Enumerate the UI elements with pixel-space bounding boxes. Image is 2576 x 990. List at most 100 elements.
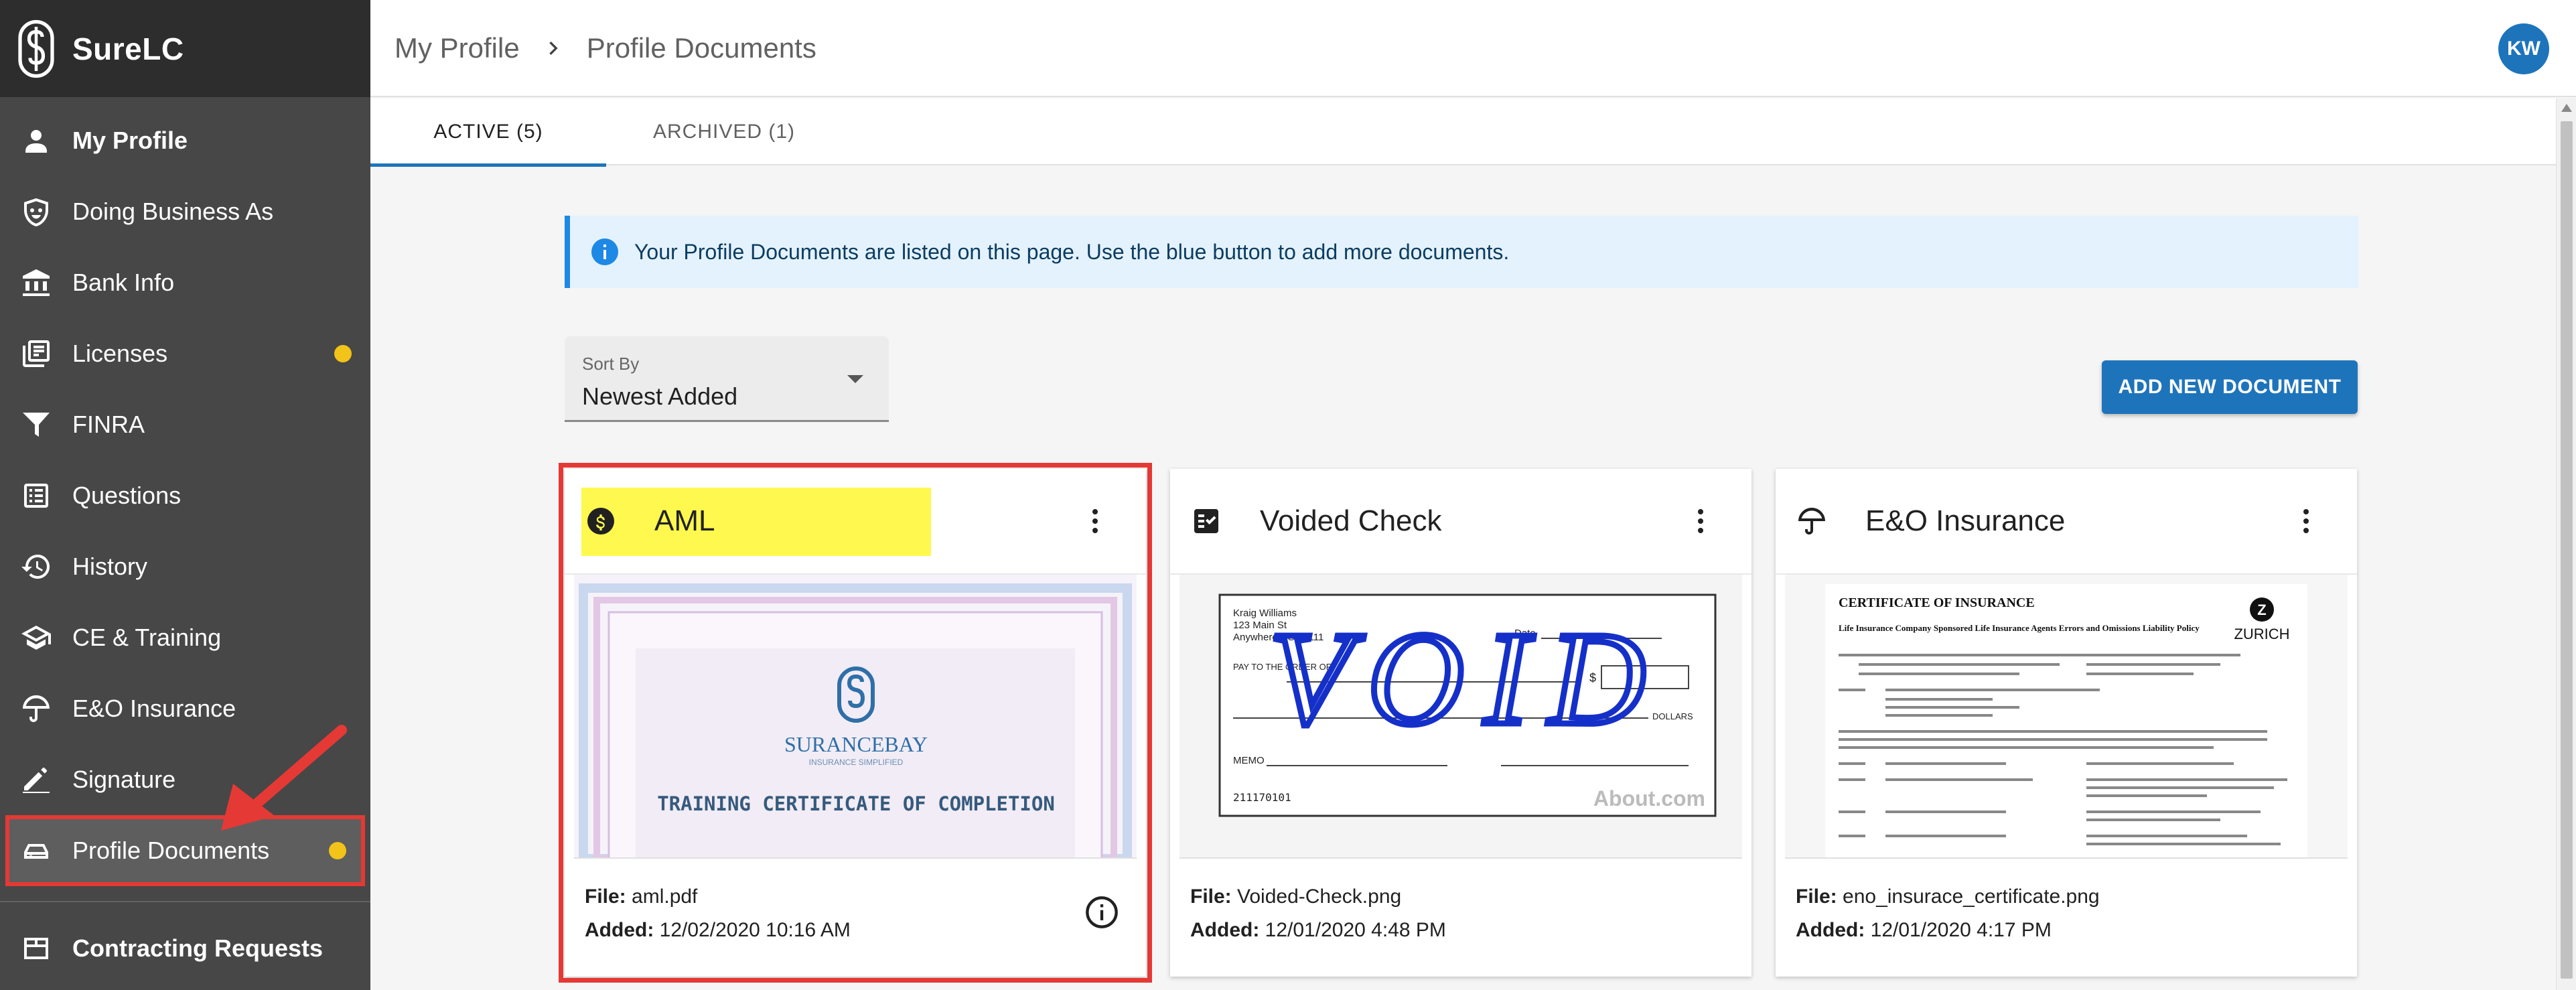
add-new-document-button[interactable]: ADD NEW DOCUMENT: [2102, 360, 2358, 414]
card-title: AML: [654, 504, 715, 537]
history-icon: [20, 551, 52, 583]
finra-icon: [20, 409, 52, 441]
sort-value: Newest Added: [582, 382, 738, 410]
tab-archived[interactable]: ARCHIVED (1): [606, 98, 842, 165]
user-avatar[interactable]: KW: [2498, 23, 2549, 74]
highlight-marker: [581, 488, 931, 556]
person-icon: [20, 125, 52, 157]
sidebar-item-label: Profile Documents: [72, 837, 270, 864]
file-line: File: Voided-Check.png: [1190, 886, 1402, 908]
sort-select[interactable]: Sort By Newest Added: [565, 336, 889, 422]
document-card-voided-check[interactable]: Voided Check Kraig Williams 123 Main St …: [1170, 469, 1751, 977]
document-preview[interactable]: SURANCEBAY INSURANCE SIMPLIFIED TRAINING…: [574, 575, 1137, 859]
more-vert-icon[interactable]: [1685, 505, 1717, 537]
sidebar-item-history[interactable]: History: [0, 531, 370, 602]
surelc-logo-icon: [18, 19, 54, 78]
umbrella-icon: [1796, 505, 1828, 537]
sidebar-item-ce-training[interactable]: CE & Training: [0, 602, 370, 673]
info-icon: [591, 238, 618, 265]
document-card-eo-insurance[interactable]: E&O Insurance CERTIFICATE OF INSURANCE L…: [1776, 469, 2357, 977]
sidebar-section-contracting-requests[interactable]: Contracting Requests: [0, 913, 370, 984]
scroll-up-arrow-icon[interactable]: [2561, 104, 2572, 112]
file-name: aml.pdf: [632, 886, 698, 908]
sidebar-nav: My Profile Doing Business As Bank Info L…: [0, 97, 370, 984]
file-name: Voided-Check.png: [1237, 886, 1402, 908]
breadcrumb-parent[interactable]: My Profile: [395, 32, 520, 64]
more-vert-icon[interactable]: [1079, 505, 1111, 537]
sidebar-item-label: FINRA: [72, 411, 145, 438]
chevron-right-icon: [540, 35, 567, 62]
card-footer: File: eno_insurace_certificate.png Added…: [1776, 859, 2357, 942]
sidebar-item-questions[interactable]: Questions: [0, 460, 370, 531]
more-vert-icon[interactable]: [2290, 505, 2322, 537]
notification-dot: [334, 345, 352, 362]
card-title: Voided Check: [1260, 504, 1442, 537]
list-icon: [20, 480, 52, 512]
sidebar-section-label: Contracting Requests: [72, 934, 324, 962]
banner-text: Your Profile Documents are listed on thi…: [634, 239, 1510, 264]
dollar-coin-icon: [585, 505, 617, 537]
card-header: E&O Insurance: [1776, 469, 2357, 575]
sidebar-item-label: Licenses: [72, 340, 168, 367]
card-footer: File: aml.pdf Added: 12/02/2020 10:16 AM: [565, 859, 1146, 942]
umbrella-icon: [20, 693, 52, 725]
top-header: My Profile Profile Documents KW: [370, 0, 2576, 97]
card-footer: File: Voided-Check.png Added: 12/01/2020…: [1170, 859, 1751, 942]
mask-badge-icon: [20, 196, 52, 228]
sidebar-item-finra[interactable]: FINRA: [0, 389, 370, 460]
breadcrumb-current: Profile Documents: [586, 31, 816, 64]
sidebar-item-label: History: [72, 553, 148, 580]
graduation-cap-icon: [20, 622, 52, 654]
sort-label: Sort By: [582, 354, 640, 374]
added-line: Added: 12/02/2020 10:16 AM: [585, 919, 851, 941]
svg-text:Z: Z: [2257, 602, 2266, 618]
info-outline-icon[interactable]: [1084, 895, 1119, 930]
sidebar-item-label: My Profile: [72, 127, 188, 154]
sidebar-item-label: Signature: [72, 766, 176, 793]
document-preview[interactable]: CERTIFICATE OF INSURANCE Life Insurance …: [1785, 575, 2348, 859]
document-preview[interactable]: Kraig Williams 123 Main St Anywhere US 1…: [1179, 575, 1742, 859]
added-date: 12/01/2020 4:48 PM: [1265, 919, 1446, 941]
scroll-thumb[interactable]: [2561, 121, 2573, 979]
scrollbar[interactable]: [2556, 98, 2576, 990]
preview-tagline: INSURANCE SIMPLIFIED: [809, 758, 904, 767]
certificate-preview-image: SURANCEBAY INSURANCE SIMPLIFIED TRAINING…: [574, 575, 1137, 857]
document-tray-icon: [20, 835, 52, 867]
bank-icon: [20, 267, 52, 299]
added-line: Added: 12/01/2020 4:17 PM: [1796, 919, 2052, 941]
sidebar-item-label: Bank Info: [72, 269, 175, 296]
preview-insurer: ZURICH: [2234, 626, 2289, 642]
app-name: SureLC: [72, 31, 184, 66]
sidebar-item-my-profile[interactable]: My Profile: [0, 105, 370, 176]
sidebar: SureLC My Profile Doing Business As Bank…: [0, 0, 370, 990]
check-routing: 211170101: [1233, 791, 1291, 804]
document-card-aml[interactable]: AML SURANCEBAY INSURANCE SIMPLIFIED TRAI…: [559, 463, 1152, 983]
file-name: eno_insurace_certificate.png: [1843, 886, 2100, 908]
sidebar-divider: [0, 901, 370, 902]
card-header: Voided Check: [1170, 469, 1751, 575]
info-banner: Your Profile Documents are listed on thi…: [565, 216, 2358, 288]
added-date: 12/01/2020 4:17 PM: [1870, 919, 2052, 941]
contracting-icon: [20, 932, 52, 965]
check-memo-label: MEMO: [1233, 755, 1265, 766]
tab-active[interactable]: ACTIVE (5): [370, 98, 606, 167]
sidebar-item-label: Doing Business As: [72, 198, 274, 225]
pen-icon: [20, 764, 52, 796]
sidebar-item-label: Questions: [72, 482, 182, 509]
card-header: AML: [565, 469, 1146, 575]
sidebar-item-bank-info[interactable]: Bank Info: [0, 247, 370, 318]
card-title: E&O Insurance: [1865, 504, 2066, 537]
voided-check-preview-image: Kraig Williams 123 Main St Anywhere US 1…: [1179, 575, 1742, 857]
sidebar-item-doing-business-as[interactable]: Doing Business As: [0, 176, 370, 247]
preview-caption: TRAINING CERTIFICATE OF COMPLETION: [657, 792, 1055, 815]
license-icon: [20, 338, 52, 370]
brand[interactable]: SureLC: [0, 0, 370, 97]
file-line: File: aml.pdf: [585, 886, 698, 908]
sidebar-item-licenses[interactable]: Licenses: [0, 318, 370, 389]
file-line: File: eno_insurace_certificate.png: [1796, 886, 2100, 908]
sidebar-item-label: CE & Training: [72, 624, 222, 651]
notification-dot: [329, 842, 346, 859]
preview-heading: CERTIFICATE OF INSURANCE: [1839, 595, 2035, 610]
void-stamp: VOID: [1269, 605, 1666, 753]
insurance-certificate-preview-image: CERTIFICATE OF INSURANCE Life Insurance …: [1785, 575, 2348, 857]
